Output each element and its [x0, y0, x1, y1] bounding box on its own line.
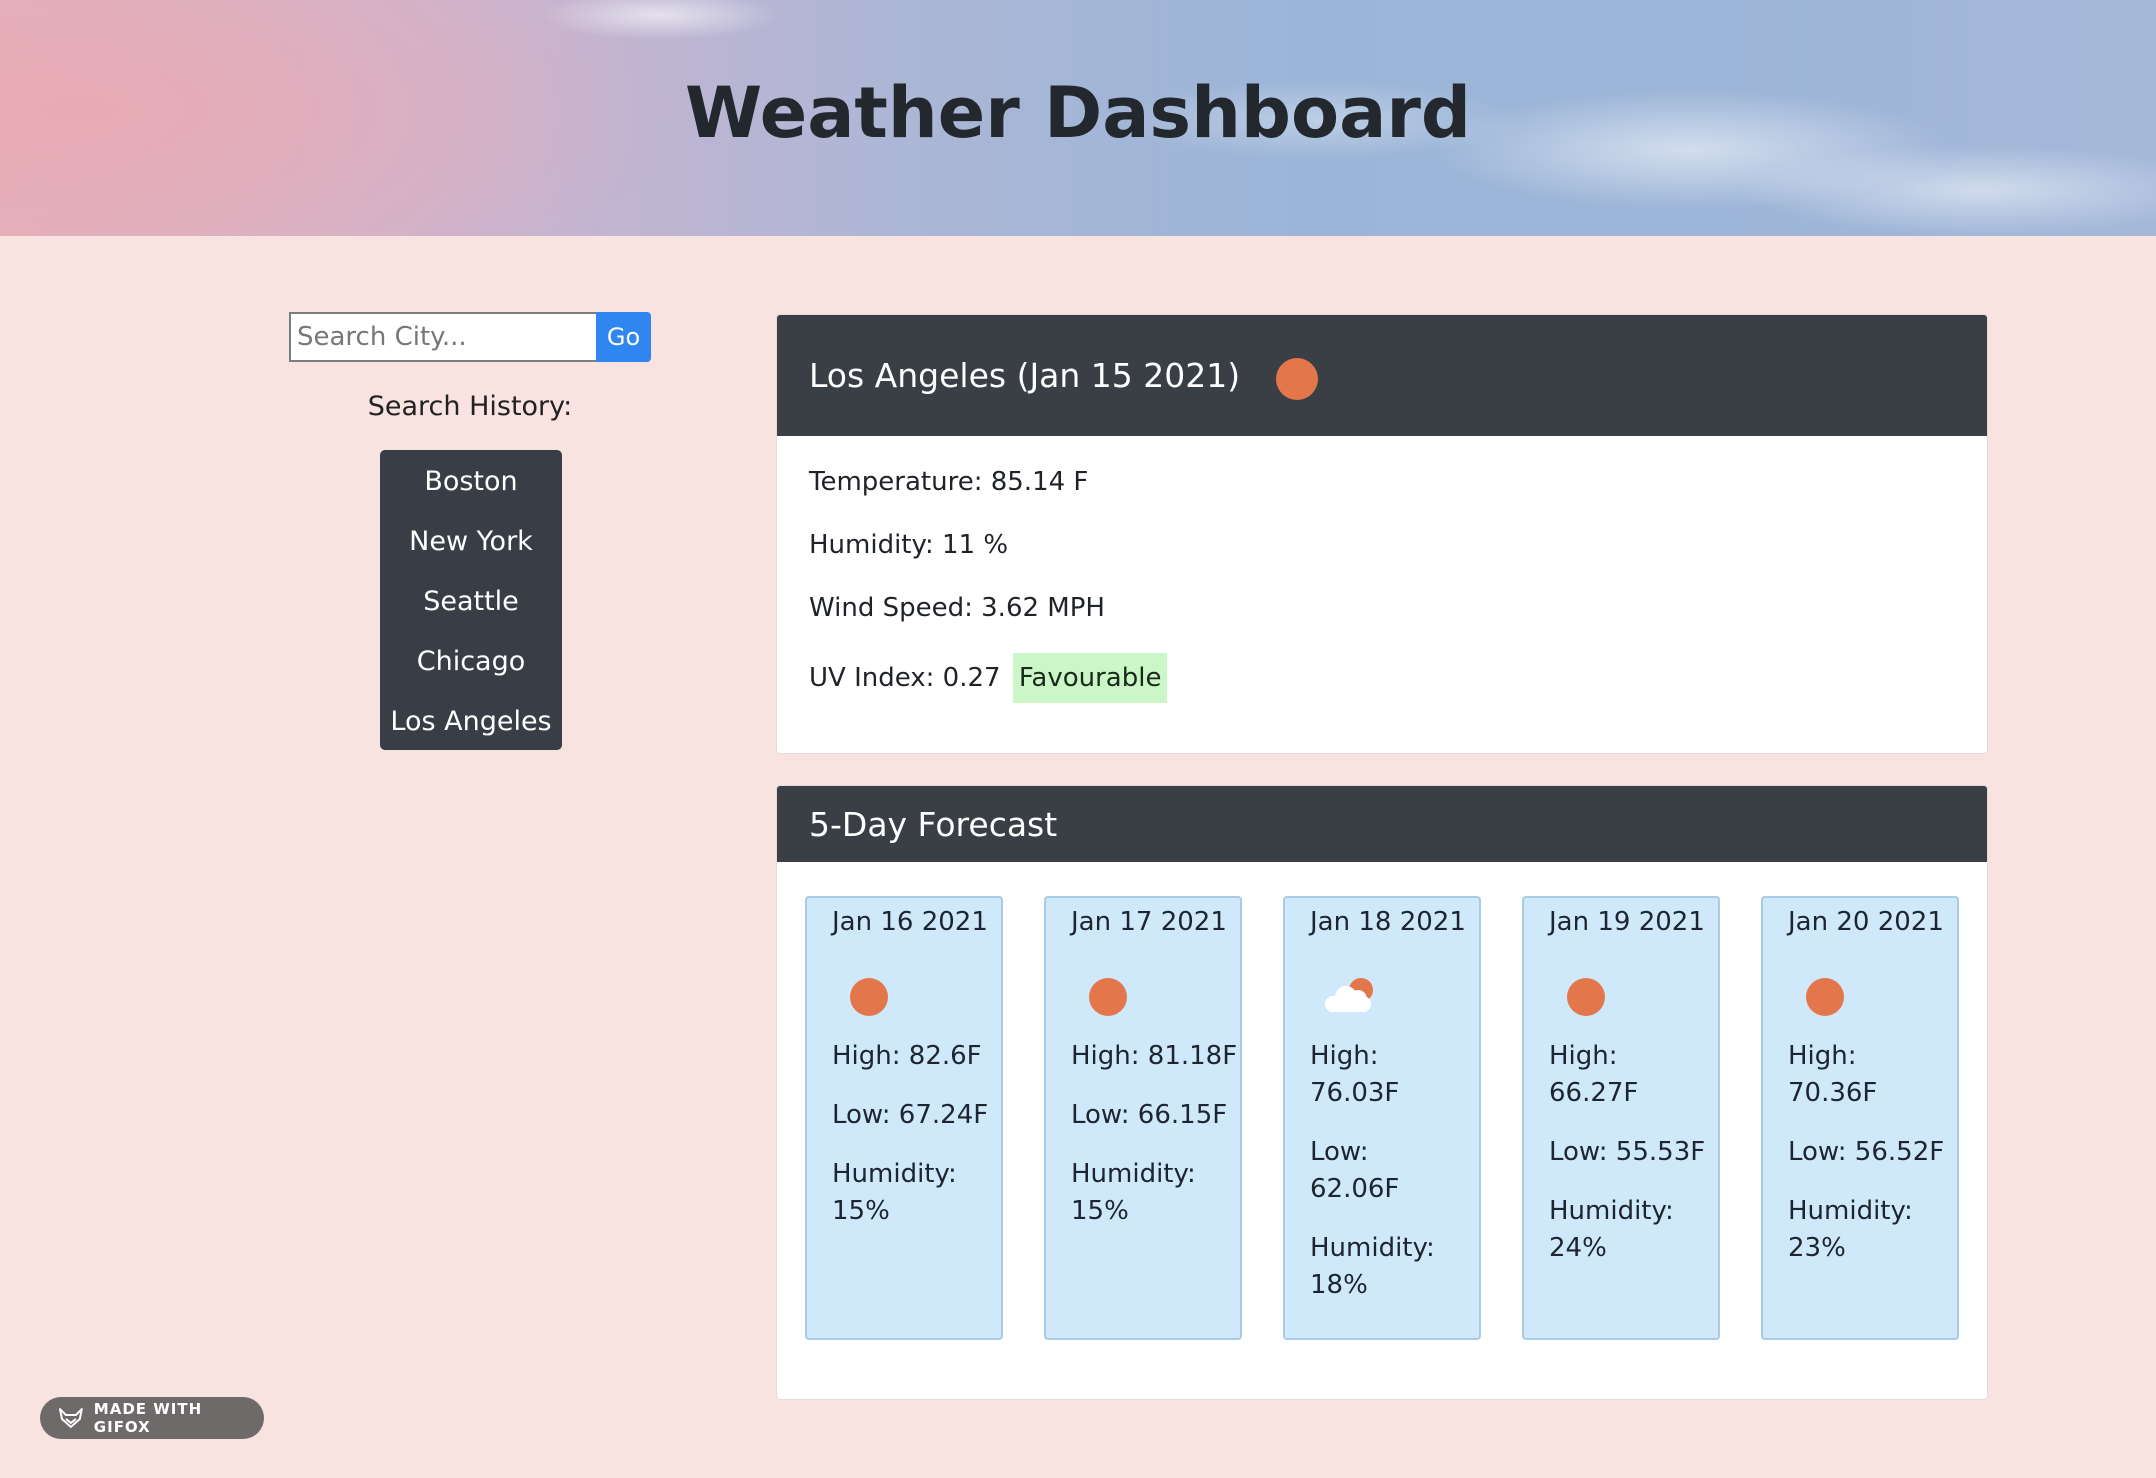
forecast-high-label: High: — [1310, 1041, 1379, 1071]
search-history-title: Search History: — [367, 391, 573, 422]
history-item-seattle[interactable]: Seattle — [380, 582, 562, 642]
uv-index-row: UV Index: 0.27 Favourable — [809, 653, 1955, 716]
sun-icon — [1276, 357, 1319, 400]
forecast-humidity: 15% — [1071, 1196, 1129, 1226]
current-weather-header: Los Angeles (Jan 15 2021) — [777, 315, 1987, 436]
forecast-day-card: Jan 18 2021 High: 76.03F Low: 62.06F Hum… — [1283, 896, 1481, 1340]
forecast-humidity-label: Humidity: — [1788, 1196, 1913, 1226]
history-item-new-york[interactable]: New York — [380, 522, 562, 582]
wind-speed-text: Wind Speed: 3.62 MPH — [809, 593, 1105, 623]
city-search-form: Go — [289, 312, 651, 362]
search-history-list: Boston New York Seattle Chicago Los Ange… — [380, 450, 562, 750]
forecast-humidity: 18% — [1310, 1270, 1368, 1300]
sun-icon — [1567, 978, 1605, 1016]
history-item-chicago[interactable]: Chicago — [380, 642, 562, 702]
search-input[interactable] — [289, 312, 596, 362]
temperature-text: Temperature: 85.14 F — [809, 467, 1089, 497]
forecast-humidity-label: Humidity: — [1549, 1196, 1674, 1226]
history-item-boston[interactable]: Boston — [380, 462, 562, 522]
sun-icon — [1806, 978, 1844, 1016]
forecast-day-card: Jan 19 2021 High: 66.27F Low: 55.53F Hum… — [1522, 896, 1720, 1340]
forecast-card: 5-Day Forecast Jan 16 2021 High: 82.6F L… — [776, 785, 1988, 1400]
forecast-date: Jan 18 2021 — [1310, 907, 1466, 937]
forecast-icon-wrap — [1788, 978, 1957, 1016]
forecast-humidity: 15% — [832, 1196, 890, 1226]
forecast-day-card: Jan 20 2021 High: 70.36F Low: 56.52F Hum… — [1761, 896, 1959, 1340]
sun-icon — [850, 978, 888, 1016]
forecast-day-card: Jan 17 2021 High: 81.18F Low: 66.15F Hum… — [1044, 896, 1242, 1340]
fox-icon — [58, 1408, 83, 1428]
forecast-high: High: 81.18F — [1071, 1041, 1238, 1071]
forecast-low: Low: 67.24F — [832, 1100, 989, 1130]
forecast-header: 5-Day Forecast — [777, 786, 1987, 862]
forecast-low: Low: 56.52F — [1788, 1137, 1945, 1167]
forecast-icon-wrap — [1310, 978, 1479, 1016]
forecast-humidity: 23% — [1788, 1233, 1846, 1263]
uv-status-badge: Favourable — [1012, 653, 1168, 703]
sun-icon — [1089, 978, 1127, 1016]
page-title: Weather Dashboard — [685, 72, 1471, 154]
gifox-text: MADE WITH GIFOX — [93, 1400, 203, 1436]
gifox-watermark[interactable]: MADE WITH GIFOX — [40, 1397, 264, 1439]
forecast-humidity: 24% — [1549, 1233, 1607, 1263]
forecast-high-label: High: — [1549, 1041, 1618, 1071]
forecast-low: Low: 66.15F — [1071, 1100, 1228, 1130]
forecast-high-label: High: — [1788, 1041, 1857, 1071]
history-item-los-angeles[interactable]: Los Angeles — [380, 702, 562, 762]
humidity-text: Humidity: 11 % — [809, 530, 1009, 560]
forecast-low: 62.06F — [1310, 1174, 1400, 1204]
cloud-sun-icon — [1325, 978, 1385, 1016]
forecast-humidity-label: Humidity: — [1310, 1233, 1435, 1263]
current-weather-details: Temperature: 85.14 F Humidity: 11 % Wind… — [777, 436, 1987, 716]
forecast-title: 5-Day Forecast — [809, 804, 1058, 844]
forecast-icon-wrap — [832, 978, 1001, 1016]
forecast-high: 66.27F — [1549, 1078, 1639, 1108]
forecast-high: High: 82.6F — [832, 1041, 982, 1071]
forecast-humidity-label: Humidity: — [1071, 1159, 1196, 1189]
forecast-low: Low: 55.53F — [1549, 1137, 1706, 1167]
uv-index-text: UV Index: 0.27 — [809, 663, 1001, 693]
forecast-date: Jan 17 2021 — [1071, 907, 1227, 937]
forecast-day-card: Jan 16 2021 High: 82.6F Low: 67.24F Humi… — [805, 896, 1003, 1340]
forecast-date: Jan 16 2021 — [832, 907, 988, 937]
forecast-high: 70.36F — [1788, 1078, 1878, 1108]
current-city-heading: Los Angeles (Jan 15 2021) — [809, 356, 1241, 395]
forecast-high: 76.03F — [1310, 1078, 1400, 1108]
forecast-icon-wrap — [1071, 978, 1240, 1016]
forecast-date: Jan 20 2021 — [1788, 907, 1944, 937]
current-weather-card: Los Angeles (Jan 15 2021) Temperature: 8… — [776, 314, 1988, 754]
forecast-low-label: Low: — [1310, 1137, 1369, 1167]
hero-banner: Weather Dashboard — [0, 0, 2156, 236]
forecast-humidity-label: Humidity: — [832, 1159, 957, 1189]
go-button[interactable]: Go — [596, 312, 651, 362]
forecast-date: Jan 19 2021 — [1549, 907, 1705, 937]
forecast-icon-wrap — [1549, 978, 1718, 1016]
